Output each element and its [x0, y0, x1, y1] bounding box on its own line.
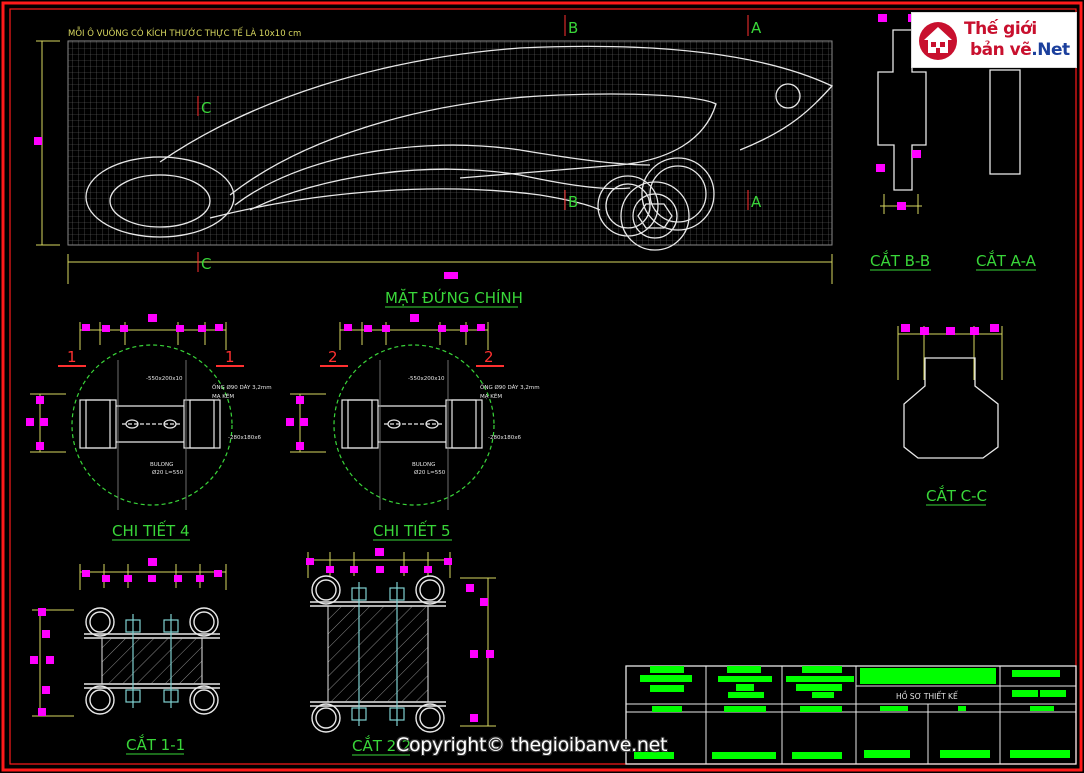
detail4-marker-right: 1: [225, 348, 235, 366]
detail5-side-plate-callout: -280x180x6: [488, 435, 521, 441]
main-view-title: MẶT ĐỨNG CHÍNH: [385, 288, 523, 307]
detail5-bolt-callout: BULONG: [412, 462, 435, 468]
logo-line-2a: bản vẽ: [970, 40, 1032, 60]
marker-b-top: B: [568, 19, 578, 37]
section-c-label: CẮT C-C: [926, 484, 987, 505]
detail4-title: CHI TIẾT 4: [112, 519, 189, 540]
marker-c-bottom: C: [201, 255, 211, 273]
marker-c-top: C: [201, 99, 211, 117]
cad-drawing-canvas: MỖI Ô VUÔNG CÓ KÍCH THƯỚC THỰC TẾ LÀ 10x…: [1, 1, 1083, 772]
detail4-pipe-note: MẠ KẼM: [212, 393, 234, 400]
marker-a-top: A: [751, 19, 762, 37]
site-logo: Thế giới bản vẽ.Net: [911, 12, 1077, 68]
section-a-a: CẮT A-A: [976, 69, 1037, 271]
detail5-marker-left: 2: [328, 348, 338, 366]
section-c-c: CẮT C-C: [897, 324, 1003, 506]
grid-area: [67, 40, 833, 246]
marker-b-bottom: B: [568, 193, 578, 211]
section-a-label: CẮT A-A: [976, 249, 1037, 270]
grid-scale-note: MỖI Ô VUÔNG CÓ KÍCH THƯỚC THỰC TẾ LÀ 10x…: [68, 26, 301, 39]
section-1-1: CẮT 1-1: [30, 558, 227, 755]
house-icon: [919, 22, 957, 60]
detail5-plate-callout: -550x200x10: [408, 376, 445, 382]
section-2-2: CẮT 2-2: [306, 548, 496, 756]
section-b-label: CẮT B-B: [870, 249, 930, 270]
detail4-pipe-callout: ỐNG Ø90 DÀY 3,2mm: [212, 383, 272, 391]
detail5-marker-right: 2: [484, 348, 494, 366]
detail4-side-plate-callout: -280x180x6: [228, 435, 261, 441]
detail4-marker-left: 1: [67, 348, 77, 366]
grip-dim-bottom: [444, 272, 458, 279]
detail4-bolt-spec: Ø20 L=550: [152, 469, 184, 476]
marker-a-bottom: A: [751, 193, 762, 211]
detail4-plate-callout: -550x200x10: [146, 376, 183, 382]
logo-line-2b: .Net: [1031, 40, 1070, 60]
copyright-watermark: Copyright© thegioibanve.net: [396, 734, 668, 756]
logo-line-2: bản vẽ.Net: [970, 40, 1070, 60]
detail5-bolt-spec: Ø20 L=550: [414, 469, 446, 476]
title-block-heading: HỒ SƠ THIẾT KẾ: [896, 691, 958, 701]
detail5-pipe-note: MẠ KẼM: [480, 393, 502, 400]
grip-dim-left: [34, 137, 42, 145]
main-elevation-view: MỖI Ô VUÔNG CÓ KÍCH THƯỚC THỰC TẾ LÀ 10x…: [34, 15, 834, 308]
detail-5: 2 2 -550x200x10 ỐNG Ø90 DÀY 3,2mm MẠ KẼM…: [286, 314, 540, 541]
section-1-title: CẮT 1-1: [126, 733, 185, 754]
detail-4: 1 1 -550x200x10 ỐNG Ø90 DÀY 3,2mm MẠ KẼM…: [26, 314, 272, 541]
detail5-pipe-callout: ỐNG Ø90 DÀY 3,2mm: [480, 383, 540, 391]
title-block: HỒ SƠ THIẾT KẾ: [625, 665, 1077, 765]
detail5-title: CHI TIẾT 5: [373, 519, 450, 540]
detail4-bolt-callout: BULONG: [150, 462, 173, 468]
logo-line-1: Thế giới: [964, 19, 1037, 39]
